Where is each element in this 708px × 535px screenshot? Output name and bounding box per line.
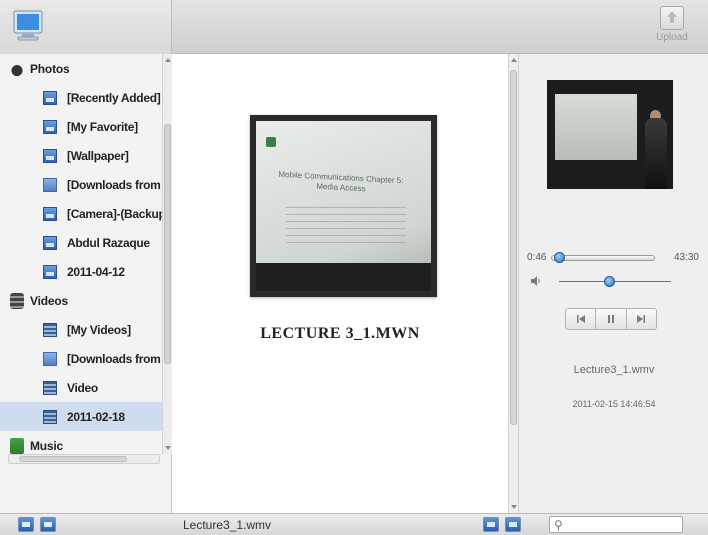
sidebar-item-label: [My Videos]: [67, 322, 131, 337]
sidebar-item-my-favorite[interactable]: [My Favorite]: [0, 112, 162, 141]
sidebar-item-downloads-videos[interactable]: [Downloads from H: [0, 344, 162, 373]
video-thumbnail[interactable]: Mobile Communications Chapter 5: Media A…: [250, 115, 437, 297]
photo-album-icon: [43, 90, 57, 105]
group-label: Photos: [30, 61, 70, 76]
slide-text-lines: [286, 207, 406, 247]
total-time: 43:30: [673, 252, 699, 263]
sidebar-item-label: 2011-02-18: [67, 409, 125, 424]
seek-slider[interactable]: [551, 252, 655, 263]
scrollbar-thumb[interactable]: [510, 70, 517, 425]
volume-handle[interactable]: [604, 276, 616, 287]
folder-icon: [43, 351, 57, 366]
photo-album-icon: [43, 119, 57, 134]
sidebar-item-label: [Downloads from H: [67, 177, 162, 192]
grid-view-icon[interactable]: [483, 517, 499, 532]
device-header: [0, 0, 172, 54]
search-icon: ⚲: [554, 518, 563, 532]
upload-icon: [660, 6, 684, 30]
video-album-icon: [43, 322, 57, 337]
sidebar-item-wallpaper[interactable]: [Wallpaper]: [0, 141, 162, 170]
sidebar-item-label: Video: [67, 380, 98, 395]
skip-forward-icon: [637, 315, 646, 323]
library-tree: Photos [Recently Added] [My Favorite] [W…: [0, 54, 162, 454]
playback-controls: [565, 308, 657, 330]
group-label: Videos: [30, 293, 68, 308]
sidebar-item-recently-added[interactable]: [Recently Added]: [0, 83, 162, 112]
computer-icon[interactable]: [13, 10, 43, 42]
top-toolbar: Upload: [0, 0, 708, 54]
current-time: 0:46: [527, 252, 547, 263]
sidebar-item-label: [My Favorite]: [67, 119, 138, 134]
sidebar-vertical-scrollbar[interactable]: [162, 54, 172, 454]
pause-button[interactable]: [596, 308, 627, 330]
sidebar-item-camera-backup[interactable]: [Camera]-(Backup): [0, 199, 162, 228]
slide-logo-icon: [266, 137, 276, 147]
upload-label: Upload: [656, 32, 688, 43]
sidebar-item-downloads-photos[interactable]: [Downloads from H: [0, 170, 162, 199]
photo-album-icon: [43, 264, 57, 279]
sidebar-item-2011-04-12[interactable]: 2011-04-12: [0, 257, 162, 286]
folder-icon: [43, 177, 57, 192]
sidebar-item-label: 2011-04-12: [67, 264, 125, 279]
sidebar-item-label: [Wallpaper]: [67, 148, 129, 163]
preview-file-date: 2011-02-15 14:46:54: [572, 399, 656, 409]
speaker-icon[interactable]: [531, 276, 541, 286]
group-photos[interactable]: Photos: [0, 54, 162, 83]
media-grid: Mobile Communications Chapter 5: Media A…: [172, 54, 508, 513]
camera-icon: [10, 60, 24, 77]
scrollbar-thumb[interactable]: [19, 456, 127, 462]
status-file-name: Lecture3_1.wmv: [183, 518, 272, 532]
scroll-down-icon[interactable]: [165, 446, 171, 450]
film-reel-icon: [10, 292, 24, 309]
pause-icon: [607, 315, 614, 323]
slide-footer: [256, 263, 431, 291]
video-album-icon: [43, 409, 57, 424]
preview-file-name: Lecture3_1.wmv: [573, 364, 655, 376]
next-button[interactable]: [626, 308, 657, 330]
sidebar-item-my-videos[interactable]: [My Videos]: [0, 315, 162, 344]
group-music[interactable]: Music: [0, 431, 162, 454]
grid-vertical-scrollbar[interactable]: [508, 54, 518, 513]
upload-button[interactable]: Upload: [652, 6, 692, 52]
view-toggle-icon[interactable]: [18, 517, 34, 532]
sidebar-item-label: [Camera]-(Backup): [67, 206, 162, 221]
search-field[interactable]: ⚲: [549, 516, 683, 533]
library-sidebar: Photos [Recently Added] [My Favorite] [W…: [0, 54, 172, 513]
media-title: LECTURE 3_1.MWN: [260, 325, 420, 342]
photo-album-icon: [43, 148, 57, 163]
sidebar-item-abdul-razaque[interactable]: Abdul Razaque: [0, 228, 162, 257]
photo-album-icon: [43, 206, 57, 221]
sidebar-item-2011-02-18[interactable]: 2011-02-18: [0, 402, 162, 431]
preview-pane: 0:46 43:30 Lecture3_1.wmv 2011-02-15 14:…: [518, 54, 708, 513]
seek-handle[interactable]: [553, 252, 565, 263]
view-toggle-icon[interactable]: [40, 517, 56, 532]
preview-slide: [555, 94, 637, 160]
music-icon: [10, 437, 24, 454]
group-videos[interactable]: Videos: [0, 286, 162, 315]
video-album-icon: [43, 380, 57, 395]
preview-presenter: [645, 118, 667, 189]
video-preview[interactable]: [547, 80, 673, 189]
scroll-up-icon[interactable]: [165, 58, 171, 62]
previous-button[interactable]: [565, 308, 597, 330]
status-bar: Lecture3_1.wmv ⚲: [0, 513, 708, 535]
thumbnail-image: Mobile Communications Chapter 5: Media A…: [256, 121, 431, 291]
thumbnail-slide-title: Mobile Communications Chapter 5: Media A…: [278, 169, 404, 194]
group-label: Music: [30, 438, 64, 453]
skip-back-icon: [576, 315, 585, 323]
scroll-down-icon[interactable]: [511, 505, 517, 509]
search-input[interactable]: [568, 518, 678, 531]
volume-slider[interactable]: [559, 276, 671, 287]
list-view-icon[interactable]: [505, 517, 521, 532]
sidebar-horizontal-scrollbar[interactable]: [8, 454, 160, 464]
scroll-up-icon[interactable]: [511, 58, 517, 62]
scrollbar-thumb[interactable]: [164, 124, 171, 364]
sidebar-item-label: [Downloads from H: [67, 351, 162, 366]
sidebar-item-label: Abdul Razaque: [67, 235, 150, 250]
sidebar-item-label: [Recently Added]: [67, 90, 161, 105]
sidebar-item-video[interactable]: Video: [0, 373, 162, 402]
photo-album-icon: [43, 235, 57, 250]
